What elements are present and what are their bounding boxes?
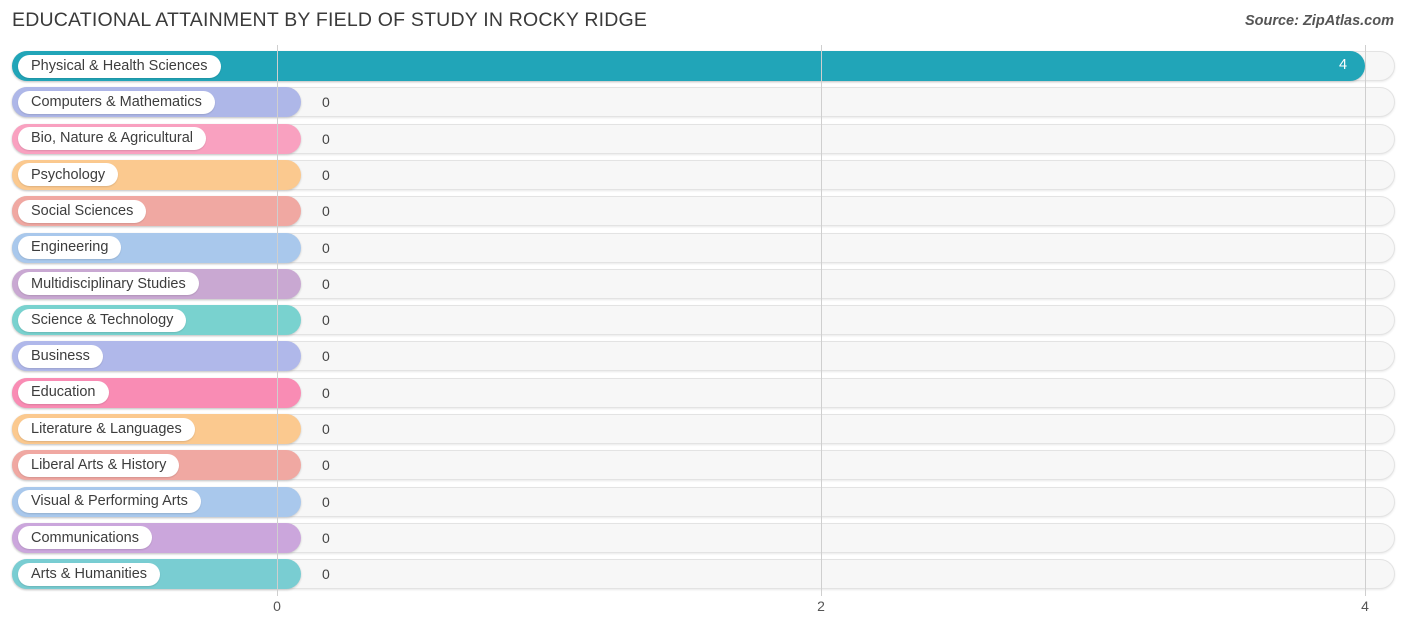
x-axis: 0 2 4 bbox=[0, 596, 1406, 631]
gridline bbox=[277, 45, 278, 596]
category-label-chip: Education bbox=[18, 381, 109, 405]
category-label: Multidisciplinary Studies bbox=[31, 275, 186, 292]
chart-row: Bio, Nature & Agricultural 0 bbox=[0, 121, 1406, 157]
bar-value-label: 4 bbox=[1339, 57, 1348, 73]
category-label-chip: Computers & Mathematics bbox=[18, 90, 215, 114]
category-label: Literature & Languages bbox=[31, 420, 182, 437]
bar-value-label: 0 bbox=[322, 94, 330, 111]
source-attribution: Source: ZipAtlas.com bbox=[1244, 13, 1394, 29]
category-label-chip: Business bbox=[18, 344, 103, 368]
category-label-chip: Literature & Languages bbox=[18, 417, 195, 441]
category-label: Communications bbox=[31, 529, 139, 546]
bar-value-label: 0 bbox=[322, 348, 330, 365]
bar-value-label: 0 bbox=[322, 529, 330, 546]
category-label-chip: Psychology bbox=[18, 163, 119, 187]
category-label-chip: Physical & Health Sciences bbox=[18, 54, 221, 78]
category-label-chip: Bio, Nature & Agricultural bbox=[18, 127, 206, 151]
chart-row: Liberal Arts & History 0 bbox=[0, 447, 1406, 483]
bar-value-label: 0 bbox=[322, 166, 330, 183]
category-label: Education bbox=[31, 384, 96, 401]
chart-row: Engineering 0 bbox=[0, 230, 1406, 266]
chart-row: Physical & Health Sciences 4 bbox=[0, 48, 1406, 84]
chart-header: EDUCATIONAL ATTAINMENT BY FIELD OF STUDY… bbox=[0, 0, 1406, 45]
category-label-chip: Communications bbox=[18, 526, 152, 550]
chart-row: Literature & Languages 0 bbox=[0, 411, 1406, 447]
chart-row: Visual & Performing Arts 0 bbox=[0, 484, 1406, 520]
x-tick-label: 0 bbox=[273, 598, 281, 614]
category-label-chip: Liberal Arts & History bbox=[18, 453, 180, 477]
bar-value-label: 0 bbox=[322, 493, 330, 510]
bar-value-label: 0 bbox=[322, 275, 330, 292]
page-title: EDUCATIONAL ATTAINMENT BY FIELD OF STUDY… bbox=[12, 9, 648, 31]
bar-value-label: 0 bbox=[322, 566, 330, 583]
category-label: Engineering bbox=[31, 239, 109, 256]
chart-row: Psychology 0 bbox=[0, 157, 1406, 193]
category-label: Physical & Health Sciences bbox=[31, 57, 208, 74]
bar-value-label: 0 bbox=[322, 312, 330, 329]
category-label: Computers & Mathematics bbox=[31, 94, 202, 111]
chart-row: Education 0 bbox=[0, 375, 1406, 411]
chart-row: Social Sciences 0 bbox=[0, 193, 1406, 229]
chart-row: Arts & Humanities 0 bbox=[0, 556, 1406, 592]
gridline bbox=[1365, 45, 1366, 596]
chart-row: Business 0 bbox=[0, 338, 1406, 374]
category-label-chip: Multidisciplinary Studies bbox=[18, 272, 199, 296]
bar-value-label: 0 bbox=[322, 457, 330, 474]
category-label: Business bbox=[31, 348, 90, 365]
bar-value-label: 0 bbox=[322, 384, 330, 401]
x-tick-label: 2 bbox=[817, 598, 825, 614]
bar-value-label: 0 bbox=[322, 421, 330, 437]
category-label-chip: Arts & Humanities bbox=[18, 562, 161, 586]
chart-row: Communications 0 bbox=[0, 520, 1406, 556]
x-tick-label: 4 bbox=[1361, 598, 1369, 614]
category-label: Social Sciences bbox=[31, 202, 134, 219]
bar-value-label: 0 bbox=[322, 203, 330, 220]
chart-row: Multidisciplinary Studies 0 bbox=[0, 266, 1406, 302]
category-label: Psychology bbox=[31, 166, 106, 183]
category-label: Science & Technology bbox=[31, 311, 174, 328]
chart-plot-area: Physical & Health Sciences 4 Computers & M… bbox=[0, 45, 1406, 596]
chart-row: Computers & Mathematics 0 bbox=[0, 84, 1406, 120]
bar-value-label: 0 bbox=[322, 239, 330, 256]
category-label: Visual & Performing Arts bbox=[31, 493, 188, 510]
category-label-chip: Engineering bbox=[18, 236, 122, 259]
bar-value-label: 0 bbox=[322, 130, 330, 147]
category-label: Arts & Humanities bbox=[31, 565, 148, 582]
category-label-chip: Visual & Performing Arts bbox=[18, 490, 201, 514]
category-label: Bio, Nature & Agricultural bbox=[31, 130, 193, 147]
gridline bbox=[821, 45, 822, 596]
category-label-chip: Science & Technology bbox=[18, 308, 187, 332]
category-label-chip: Social Sciences bbox=[18, 199, 147, 223]
category-label: Liberal Arts & History bbox=[31, 457, 167, 474]
chart-row: Science & Technology 0 bbox=[0, 302, 1406, 338]
